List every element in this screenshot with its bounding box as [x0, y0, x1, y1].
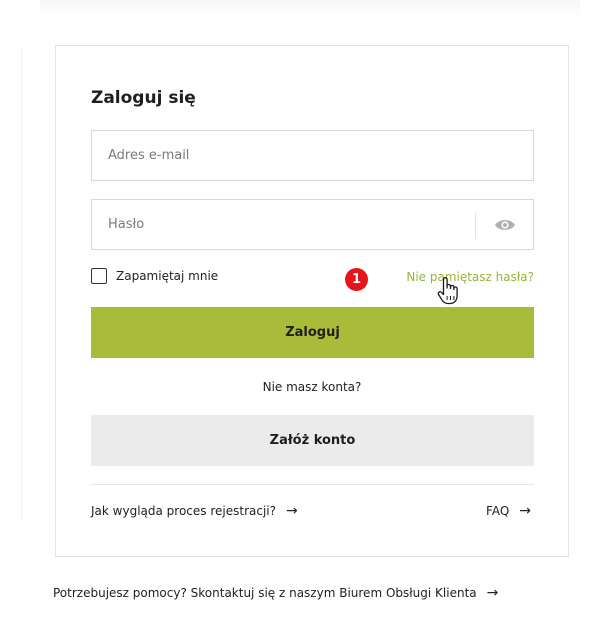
- help-contact-label: Potrzebujesz pomocy? Skontaktuj się z na…: [53, 586, 477, 600]
- password-field-wrapper: [91, 199, 534, 250]
- arrow-right-icon: →: [486, 585, 499, 601]
- top-shadow: [40, 0, 580, 18]
- forgot-password-link[interactable]: Nie pamiętasz hasła?: [406, 270, 534, 284]
- faq-label: FAQ: [486, 504, 510, 518]
- registration-process-link[interactable]: Jak wygląda proces rejestracji? →: [91, 504, 298, 518]
- hand-pointer-icon: [436, 276, 460, 306]
- email-field-wrapper: [91, 130, 534, 181]
- remember-me-option[interactable]: Zapamiętaj mnie: [91, 268, 218, 284]
- remember-me-checkbox[interactable]: [91, 268, 107, 284]
- login-title: Zaloguj się: [91, 88, 196, 108]
- eye-icon[interactable]: [493, 215, 517, 235]
- email-input[interactable]: [92, 131, 533, 180]
- password-separator: [475, 212, 476, 239]
- remember-me-label: Zapamiętaj mnie: [116, 269, 219, 283]
- help-contact-link[interactable]: Potrzebujesz pomocy? Skontaktuj się z na…: [53, 586, 498, 600]
- register-button[interactable]: Załóż konto: [91, 415, 534, 466]
- page-edge-line: [21, 50, 22, 520]
- arrow-right-icon: →: [286, 503, 298, 519]
- step-badge: 1: [345, 268, 368, 291]
- faq-link[interactable]: FAQ →: [486, 504, 531, 518]
- card-divider: [91, 484, 534, 485]
- no-account-text: Nie masz konta?: [262, 380, 362, 394]
- password-input[interactable]: [92, 200, 533, 249]
- login-button[interactable]: Zaloguj: [91, 307, 534, 358]
- registration-process-label: Jak wygląda proces rejestracji?: [91, 504, 276, 518]
- arrow-right-icon: →: [519, 503, 531, 519]
- login-card: Zaloguj się Zapamiętaj mnie 1 Nie pamięt…: [55, 45, 569, 557]
